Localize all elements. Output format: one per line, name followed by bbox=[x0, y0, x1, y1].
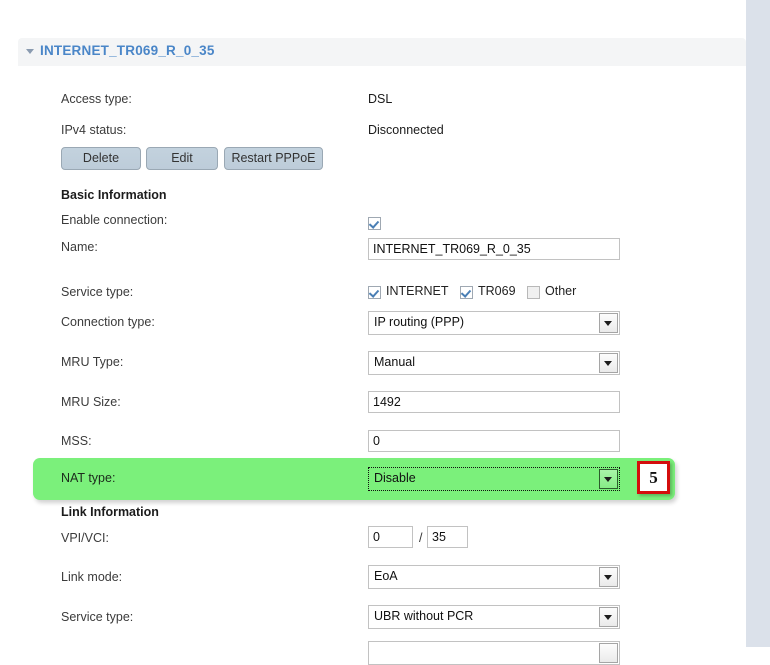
mru-type-value: Manual bbox=[374, 355, 415, 369]
service-internet-label: INTERNET bbox=[386, 284, 449, 298]
row-mru-size: MRU Size: bbox=[0, 391, 746, 425]
link-service-type-label: Service type: bbox=[61, 610, 134, 624]
row-access-type: Access type: DSL bbox=[0, 92, 746, 122]
row-link-service-type: Service type: UBR without PCR bbox=[0, 605, 746, 640]
caret-down-icon[interactable] bbox=[26, 49, 34, 54]
link-mode-label: Link mode: bbox=[61, 570, 123, 584]
page-right-border bbox=[746, 0, 770, 647]
enable-connection-label: Enable connection: bbox=[61, 213, 168, 227]
delete-button[interactable]: Delete bbox=[61, 147, 141, 170]
vpi-vci-label: VPI/VCI: bbox=[61, 531, 109, 545]
mru-size-input[interactable] bbox=[368, 391, 620, 413]
link-service-type-value: UBR without PCR bbox=[374, 609, 474, 623]
row-mru-type: MRU Type: Manual bbox=[0, 351, 746, 385]
enable-connection-checkbox[interactable] bbox=[368, 217, 381, 230]
section-title: INTERNET_TR069_R_0_35 bbox=[40, 43, 215, 58]
callout-step-5: 5 bbox=[637, 461, 670, 494]
ipv4-status-value: Disconnected bbox=[368, 123, 444, 137]
link-service-type-select[interactable]: UBR without PCR bbox=[368, 605, 620, 629]
ipv4-status-label: IPv4 status: bbox=[61, 123, 127, 137]
mru-type-label: MRU Type: bbox=[61, 355, 124, 369]
chevron-down-icon[interactable] bbox=[599, 607, 618, 627]
mru-size-label: MRU Size: bbox=[61, 395, 121, 409]
connection-type-value: IP routing (PPP) bbox=[374, 315, 465, 329]
service-other-label: Other bbox=[545, 284, 577, 298]
config-page: INTERNET_TR069_R_0_35 Access type: DSL I… bbox=[0, 0, 746, 665]
vpi-vci-separator: / bbox=[419, 531, 423, 545]
mss-label: MSS: bbox=[61, 434, 92, 448]
nat-type-select[interactable]: Disable bbox=[368, 467, 620, 491]
section-header[interactable]: INTERNET_TR069_R_0_35 bbox=[18, 38, 746, 66]
service-tr069-checkbox[interactable] bbox=[460, 286, 473, 299]
restart-pppoe-button[interactable]: Restart PPPoE bbox=[224, 147, 323, 170]
row-vpi-vci: VPI/VCI: / bbox=[0, 526, 746, 561]
link-mode-value: EoA bbox=[374, 569, 398, 583]
nat-type-value: Disable bbox=[374, 471, 416, 485]
nat-type-label: NAT type: bbox=[61, 471, 116, 485]
name-input[interactable] bbox=[368, 238, 620, 260]
chevron-down-icon[interactable] bbox=[599, 643, 618, 663]
service-tr069-label: TR069 bbox=[478, 284, 516, 298]
row-name: Name: bbox=[0, 238, 746, 270]
vpi-input[interactable] bbox=[368, 526, 413, 548]
service-internet-checkbox[interactable] bbox=[368, 286, 381, 299]
mru-type-select[interactable]: Manual bbox=[368, 351, 620, 375]
nat-type-highlight: NAT type: Disable bbox=[33, 458, 675, 500]
basic-information-heading: Basic Information bbox=[61, 188, 167, 202]
chevron-down-icon[interactable] bbox=[599, 567, 618, 587]
next-select-clipped[interactable] bbox=[368, 641, 620, 665]
row-link-mode: Link mode: EoA bbox=[0, 565, 746, 600]
chevron-down-icon[interactable] bbox=[599, 353, 618, 373]
name-label: Name: bbox=[61, 240, 98, 254]
service-type-label: Service type: bbox=[61, 285, 134, 299]
vci-input[interactable] bbox=[427, 526, 468, 548]
link-mode-select[interactable]: EoA bbox=[368, 565, 620, 589]
row-connection-type: Connection type: IP routing (PPP) bbox=[0, 311, 746, 345]
access-type-label: Access type: bbox=[61, 92, 132, 106]
chevron-down-icon[interactable] bbox=[599, 469, 618, 489]
mss-input[interactable] bbox=[368, 430, 620, 452]
service-other-checkbox[interactable] bbox=[527, 286, 540, 299]
chevron-down-icon[interactable] bbox=[599, 313, 618, 333]
connection-type-select[interactable]: IP routing (PPP) bbox=[368, 311, 620, 335]
access-type-value: DSL bbox=[368, 92, 393, 106]
connection-type-label: Connection type: bbox=[61, 315, 155, 329]
link-information-heading: Link Information bbox=[61, 505, 159, 519]
edit-button[interactable]: Edit bbox=[146, 147, 218, 170]
